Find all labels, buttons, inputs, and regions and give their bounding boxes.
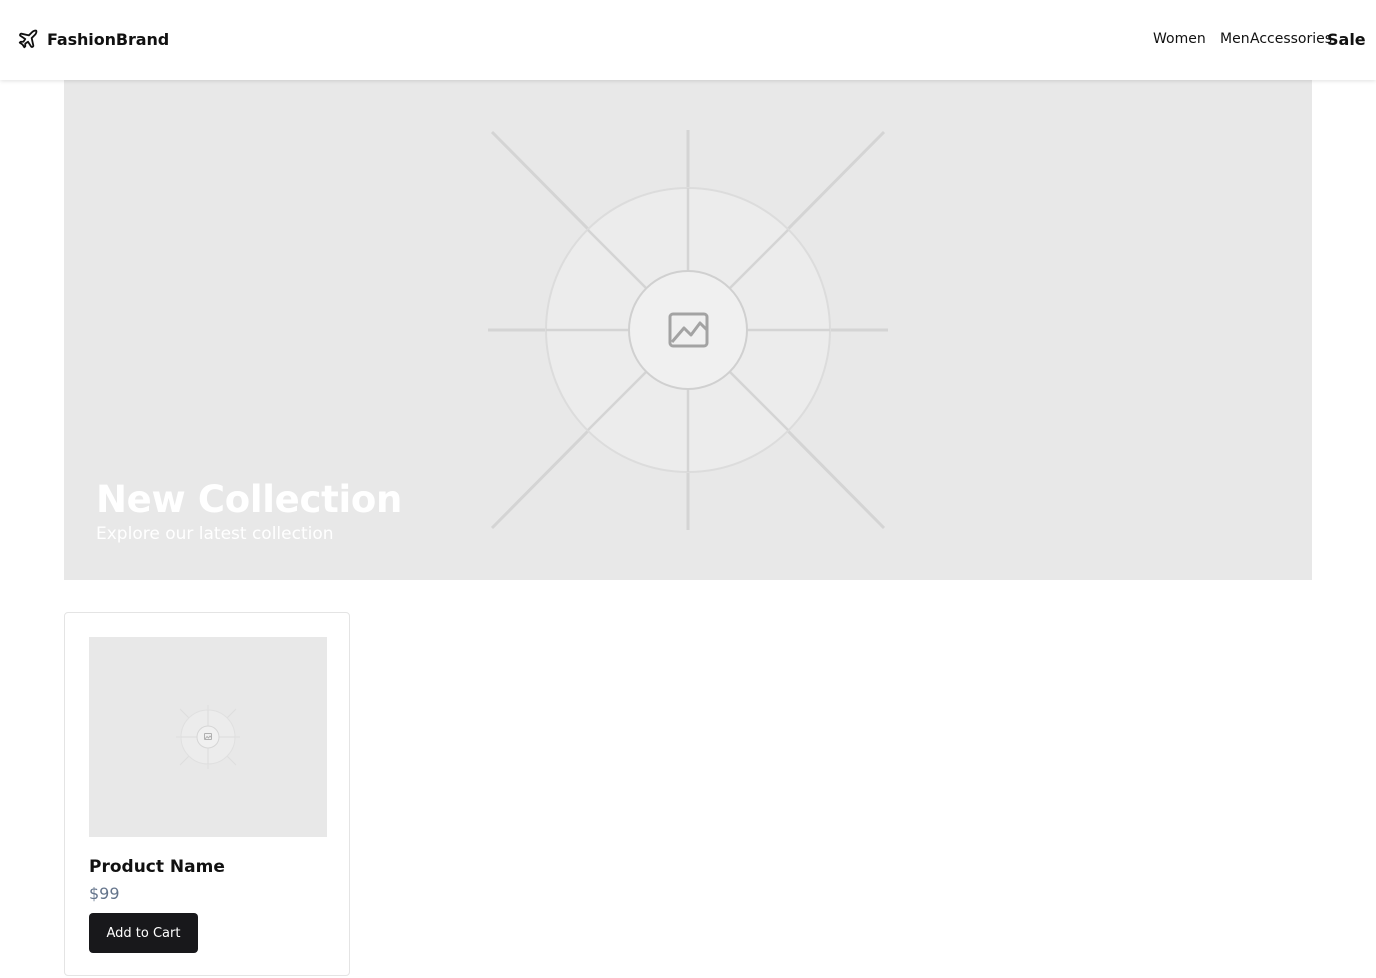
hero-subtitle: Explore our latest collection: [96, 524, 334, 544]
product-image[interactable]: [89, 637, 327, 837]
site-header: FashionBrand Women Men Accessories Sale: [0, 0, 1376, 80]
nav-link-accessories[interactable]: Accessories: [1250, 31, 1332, 47]
product-price: $99: [89, 884, 120, 903]
product-name: Product Name: [89, 857, 225, 877]
brand-name: FashionBrand: [47, 29, 170, 49]
hero-banner: New Collection Explore our latest collec…: [64, 80, 1312, 580]
image-placeholder-icon: [176, 705, 240, 769]
product-card: Product Name $99 Add to Cart: [64, 612, 350, 976]
nav-link-men[interactable]: Men: [1220, 31, 1250, 47]
plane-icon: [18, 29, 38, 49]
nav-link-sale[interactable]: Sale: [1327, 30, 1366, 49]
nav-link-women[interactable]: Women: [1153, 31, 1206, 47]
add-to-cart-button[interactable]: Add to Cart: [89, 913, 198, 953]
hero-title: New Collection: [96, 478, 403, 521]
brand-logo[interactable]: FashionBrand: [17, 28, 169, 50]
